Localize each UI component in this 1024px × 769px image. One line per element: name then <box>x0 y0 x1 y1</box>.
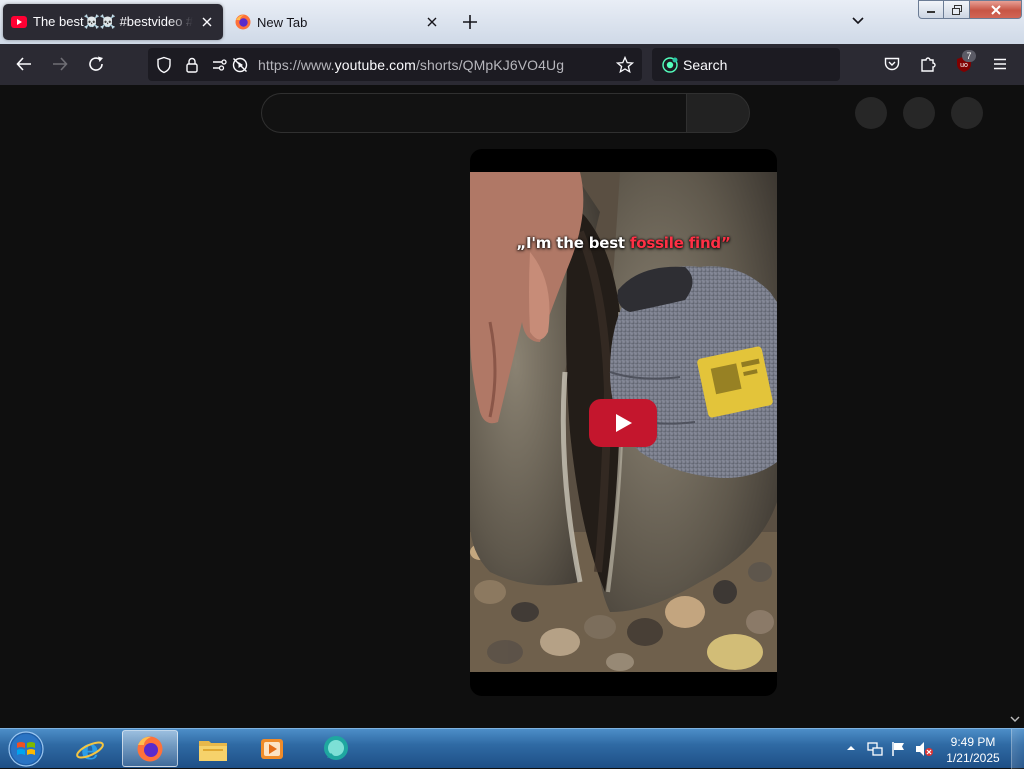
network-icon[interactable] <box>866 740 884 758</box>
tab-title: The best☠️☠️ #bestvideo #trollface <box>33 14 193 29</box>
play-icon <box>616 414 632 432</box>
file-explorer-icon[interactable] <box>185 730 241 767</box>
windows-taskbar: e 9:49 PM 1/21/2025 <box>0 728 1024 769</box>
show-desktop-button[interactable] <box>1011 729 1024 769</box>
extension-badge-count: 7 <box>962 50 976 62</box>
tab-youtube-short[interactable]: The best☠️☠️ #bestvideo #trollface <box>3 4 223 40</box>
close-window-button[interactable] <box>970 0 1022 19</box>
extensions-puzzle-icon[interactable] <box>918 54 938 74</box>
internet-explorer-icon[interactable]: e <box>62 730 118 767</box>
new-tab-plus-icon[interactable] <box>460 12 480 32</box>
navigation-toolbar: https://www.youtube.com/shorts/QMpKJ6VO4… <box>0 44 1024 85</box>
minimize-button[interactable] <box>918 0 944 19</box>
window-controls <box>918 0 1022 19</box>
url-text: https://www.youtube.com/shorts/QMpKJ6VO4… <box>258 57 564 73</box>
youtube-icon <box>11 14 27 30</box>
permissions-icon[interactable] <box>211 56 229 74</box>
restore-button[interactable] <box>944 0 970 19</box>
scroll-down-arrow-icon[interactable] <box>1010 714 1020 724</box>
video-thumbnail: „I'm the best fossile find” <box>470 172 777 672</box>
show-hidden-icons-icon[interactable] <box>846 743 856 753</box>
youtube-shorts-page: „I'm the best fossile find” <box>0 85 1024 728</box>
tab-strip: The best☠️☠️ #bestvideo #trollface New T… <box>0 0 1024 44</box>
url-prefix: https://www. <box>258 57 335 73</box>
tab-new-tab[interactable]: New Tab <box>227 4 448 40</box>
start-button[interactable] <box>6 730 46 768</box>
caption-highlight-text: fossile find” <box>629 234 731 252</box>
youtube-search-input[interactable] <box>261 93 686 133</box>
youtube-search-button[interactable] <box>686 93 750 133</box>
close-tab-icon[interactable] <box>199 14 215 30</box>
firefox-taskbar-button[interactable] <box>122 730 178 767</box>
search-bar[interactable]: Search <box>652 48 840 81</box>
notifications-button-placeholder[interactable] <box>903 97 935 129</box>
chat-app-icon[interactable] <box>308 730 364 767</box>
action-center-flag-icon[interactable] <box>890 740 908 758</box>
search-placeholder: Search <box>683 57 728 73</box>
video-caption-overlay: „I'm the best fossile find” <box>470 234 777 252</box>
pocket-icon[interactable] <box>882 54 902 74</box>
avatar[interactable] <box>951 97 983 129</box>
hamburger-menu-icon[interactable] <box>990 54 1010 74</box>
clock-date[interactable]: 1/21/2025 <box>930 751 1016 765</box>
short-video-player[interactable]: „I'm the best fossile find” <box>470 149 777 696</box>
autoplay-blocked-icon[interactable] <box>231 56 249 74</box>
forward-arrow-icon[interactable] <box>50 54 70 74</box>
svg-text:e: e <box>81 734 99 764</box>
media-player-icon[interactable] <box>244 730 300 767</box>
firefox-icon <box>235 14 251 30</box>
caption-text: „I'm the best <box>516 234 630 252</box>
address-bar[interactable]: https://www.youtube.com/shorts/QMpKJ6VO4… <box>148 48 642 81</box>
lock-icon[interactable] <box>183 56 201 74</box>
create-button-placeholder[interactable] <box>855 97 887 129</box>
back-arrow-icon[interactable] <box>14 54 34 74</box>
url-domain: youtube.com <box>334 57 416 73</box>
bookmark-star-icon[interactable] <box>616 56 634 74</box>
clock-time[interactable]: 9:49 PM <box>930 735 1016 749</box>
play-button[interactable] <box>589 399 657 447</box>
tab-title: New Tab <box>257 14 308 30</box>
close-tab-icon[interactable] <box>424 14 440 30</box>
svg-text:uo: uo <box>960 62 968 69</box>
firefox-icon <box>137 736 163 761</box>
url-path: /shorts/QMpKJ6VO4Ug <box>415 57 565 73</box>
chevron-down-icon[interactable] <box>850 12 866 28</box>
tracking-shield-icon[interactable] <box>155 56 173 74</box>
search-engine-icon <box>661 56 679 74</box>
reload-icon[interactable] <box>86 54 106 74</box>
